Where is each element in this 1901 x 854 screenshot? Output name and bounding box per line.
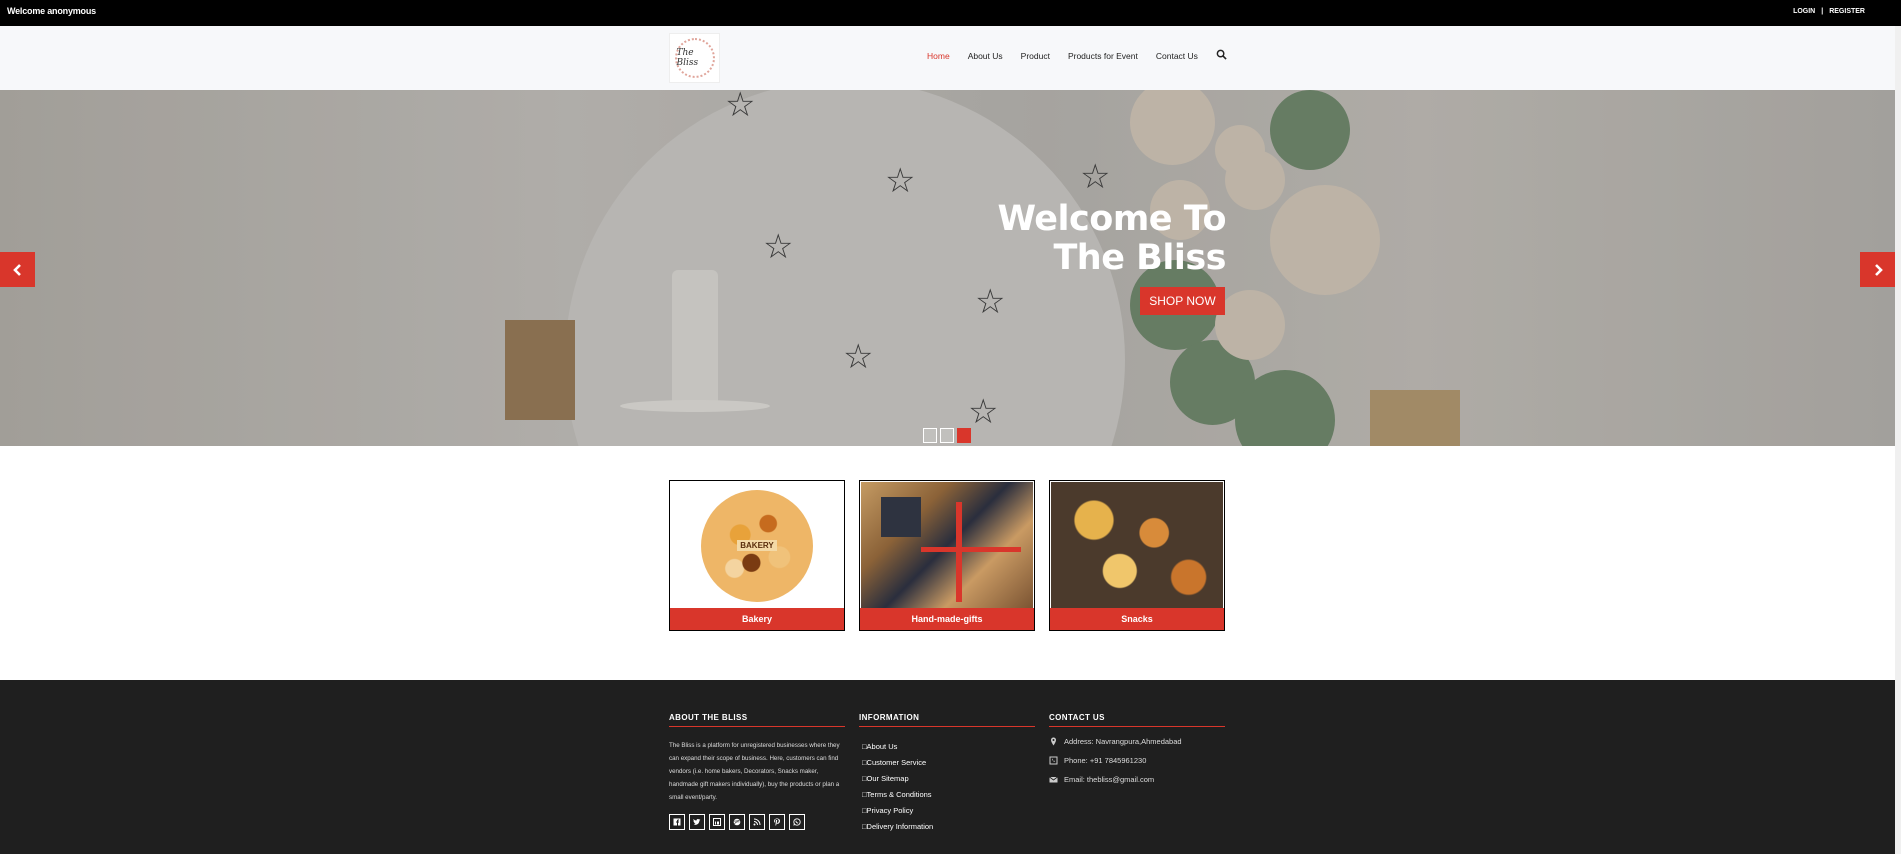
contact-address: Address: Navrangpura,Ahmedabad (1049, 737, 1225, 746)
chevron-right-icon (1874, 263, 1883, 276)
category-label: Snacks (1050, 608, 1224, 630)
hero-title: Welcome To The Bliss (997, 200, 1226, 278)
slider-prev-button[interactable] (0, 252, 35, 287)
footer-contact: CONTACT US Address: Navrangpura,Ahmedaba… (1049, 713, 1225, 784)
bakery-illustration: BAKERY (701, 489, 813, 602)
main-nav: Home About Us Product Products for Event… (927, 51, 1198, 61)
logo-text: The Bliss (676, 48, 699, 68)
footer-link-about-us[interactable]: □About Us (859, 739, 1035, 755)
welcome-text: Welcome anonymous (7, 6, 96, 16)
phone-icon (1049, 756, 1058, 765)
footer-link-terms-conditions[interactable]: □Terms & Conditions (859, 787, 1035, 803)
gift-box (881, 497, 921, 537)
site-footer: ABOUT THE BLISS The Bliss is a platform … (0, 680, 1895, 854)
hand-made-gifts-image (861, 482, 1033, 609)
contact-email[interactable]: Email: thebliss@gmail.com (1049, 775, 1225, 784)
footer-about: ABOUT THE BLISS The Bliss is a platform … (669, 713, 845, 830)
slide-indicator-3[interactable] (957, 428, 971, 443)
search-icon[interactable] (1216, 49, 1227, 60)
footer-link-privacy-policy[interactable]: □Privacy Policy (859, 803, 1035, 819)
slide-indicator-2[interactable] (940, 428, 954, 443)
contact-phone: Phone: +91 7845961230 (1049, 756, 1225, 765)
rss-icon[interactable] (749, 814, 765, 830)
footer-link-customer-service[interactable]: □Customer Service (859, 755, 1035, 771)
auth-separator: | (1821, 8, 1824, 15)
category-label: Hand-made-gifts (860, 608, 1034, 630)
bakery-image-text: BAKERY (737, 540, 777, 551)
page-scrollbar[interactable] (1895, 26, 1901, 854)
logo-ring: The Bliss (674, 38, 715, 78)
footer-link-delivery-information[interactable]: □Delivery Information (859, 819, 1035, 835)
slider-next-button[interactable] (1860, 252, 1895, 287)
footer-link-our-sitemap[interactable]: □Our Sitemap (859, 771, 1035, 787)
pinterest-icon[interactable] (769, 814, 785, 830)
nav-products-for-event[interactable]: Products for Event (1068, 51, 1138, 61)
bakery-image: BAKERY (671, 482, 843, 609)
slide-indicator-1[interactable] (923, 428, 937, 443)
facebook-icon[interactable] (669, 814, 685, 830)
slider-indicators (923, 428, 971, 443)
footer-contact-heading: CONTACT US (1049, 713, 1225, 727)
dribbble-icon[interactable] (729, 814, 745, 830)
nav-contact-us[interactable]: Contact Us (1156, 51, 1198, 61)
chevron-left-icon (12, 263, 21, 276)
gift-ribbon (921, 547, 1021, 552)
category-card-hand-made-gifts[interactable]: Hand-made-gifts (859, 480, 1035, 631)
linkedin-icon[interactable] (709, 814, 725, 830)
page: Welcome anonymous LOGIN | REGISTER The B… (0, 0, 1901, 854)
nav-home[interactable]: Home (927, 51, 950, 61)
footer-information: INFORMATION □About Us □Customer Service … (859, 713, 1035, 835)
nav-about-us[interactable]: About Us (968, 51, 1003, 61)
whatsapp-icon[interactable] (789, 814, 805, 830)
snacks-image (1051, 482, 1223, 609)
hero-slider: ☆ ☆ ☆ ☆ ☆ ☆ ☆ Welcome To The Bliss SHOP … (0, 90, 1895, 446)
shop-now-button[interactable]: SHOP NOW (1140, 287, 1225, 315)
information-links: □About Us □Customer Service □Our Sitemap… (859, 739, 1035, 835)
logo[interactable]: The Bliss (669, 33, 720, 83)
category-card-snacks[interactable]: Snacks (1049, 480, 1225, 631)
category-card-bakery[interactable]: BAKERY Bakery (669, 480, 845, 631)
top-bar: Welcome anonymous LOGIN | REGISTER (0, 0, 1901, 26)
auth-links: LOGIN | REGISTER (1793, 8, 1865, 15)
social-links (669, 814, 845, 830)
category-label: Bakery (670, 608, 844, 630)
nav-product[interactable]: Product (1021, 51, 1050, 61)
twitter-icon[interactable] (689, 814, 705, 830)
register-link[interactable]: REGISTER (1829, 8, 1865, 15)
login-link[interactable]: LOGIN (1793, 8, 1815, 15)
hero-title-line2: The Bliss (1053, 238, 1226, 278)
hero-overlay (0, 90, 1895, 446)
map-pin-icon (1051, 737, 1056, 746)
footer-about-text: The Bliss is a platform for unregistered… (669, 742, 840, 801)
footer-information-heading: INFORMATION (859, 713, 1035, 727)
gift-ribbon (956, 502, 962, 602)
hero-title-line1: Welcome To (997, 199, 1226, 239)
footer-about-heading: ABOUT THE BLISS (669, 713, 845, 727)
envelope-icon (1049, 776, 1058, 783)
site-header: The Bliss Home About Us Product Products… (0, 26, 1901, 90)
